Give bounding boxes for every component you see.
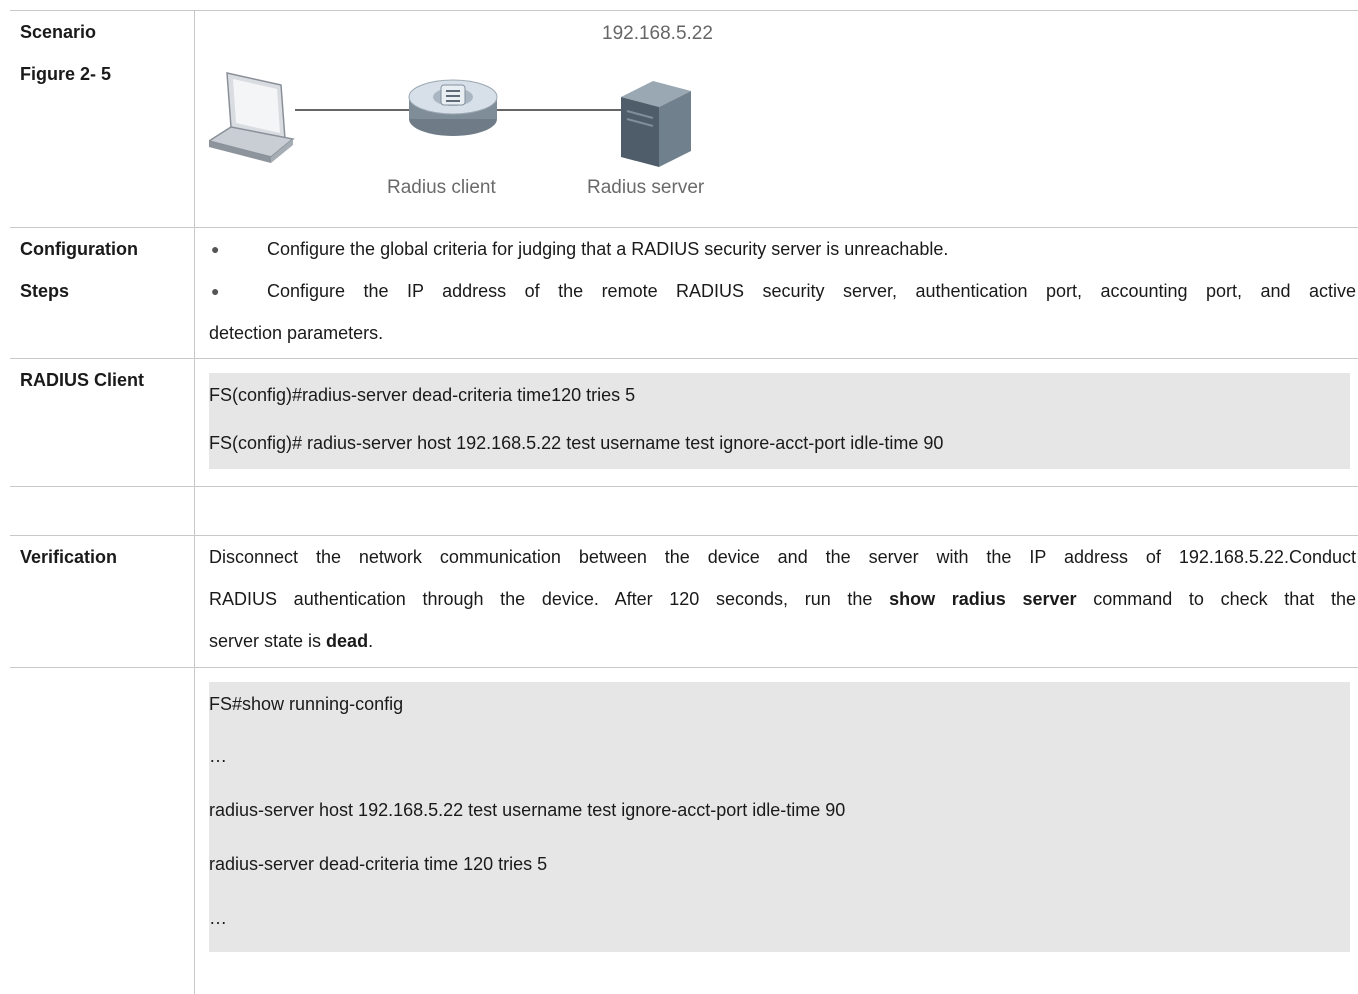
verification-line-3-pre: server state is (209, 631, 327, 651)
output-code-line-4: radius-server dead-criteria time 120 tri… (209, 854, 548, 874)
config-step-2: ● Configure the IP address of the remote… (209, 270, 1358, 312)
scenario-label: Scenario (20, 22, 97, 42)
client-code-line-1: FS(config)#radius-server dead-criteria t… (209, 385, 636, 405)
output-code-line-3: radius-server host 192.168.5.22 test use… (209, 800, 846, 820)
config-step-1-text: Configure the global criteria for judgin… (267, 239, 949, 259)
scenario-label-cell: Scenario Figure 2- 5 (10, 11, 195, 227)
client-code-block: FS(config)#radius-server dead-criteria t… (209, 373, 1350, 469)
config-step-2-text: Configure the IP address of the remote R… (267, 281, 1356, 301)
output-code-line-1: FS#show running-config (209, 694, 404, 714)
radius-client-row-label: RADIUS Client (20, 370, 145, 390)
output-row: FS#show running-config … radius-server h… (10, 667, 1358, 994)
output-code-line-5: … (209, 908, 227, 928)
network-diagram: 192.168.5.22 Radius client Radius server (209, 11, 809, 227)
config-step-2-continuation: detection parameters. (209, 323, 384, 343)
radius-client-row: RADIUS Client FS(config)#radius-server d… (10, 358, 1358, 486)
verification-content: Disconnect the network communication bet… (195, 536, 1358, 667)
verification-line-2: RADIUS authentication through the device… (209, 578, 1358, 620)
radius-client-content: FS(config)#radius-server dead-criteria t… (195, 359, 1358, 486)
bullet-dot-icon: ● (211, 283, 220, 299)
output-content: FS#show running-config … radius-server h… (195, 668, 1358, 994)
blank-row (10, 486, 1358, 535)
blank-content-cell (195, 487, 1358, 535)
verification-line-2-post: command to check that the (1076, 589, 1356, 609)
verification-line-3: server state is dead. (209, 620, 1358, 662)
output-code-line-2: … (209, 746, 227, 766)
client-code-line-2: FS(config)# radius-server host 192.168.5… (209, 433, 944, 453)
show-radius-server-command: show radius server (889, 589, 1077, 609)
laptop-icon (209, 72, 295, 163)
verification-label-cell: Verification (10, 536, 195, 667)
verification-line-2-pre: RADIUS authentication through the device… (209, 589, 890, 609)
blank-label-cell (10, 487, 195, 535)
config-step-1: ● Configure the global criteria for judg… (209, 228, 1358, 270)
radius-server-label: Radius server (587, 177, 705, 198)
config-steps-label-cell: Configuration Steps (10, 228, 195, 358)
radius-client-label-cell: RADIUS Client (10, 359, 195, 486)
verification-row: Verification Disconnect the network comm… (10, 535, 1358, 667)
output-label-cell (10, 668, 195, 994)
verification-line-1: Disconnect the network communication bet… (209, 547, 1356, 567)
running-config-code-block: FS#show running-config … radius-server h… (209, 682, 1350, 952)
server-icon (621, 81, 691, 167)
verification-line-3-post: . (368, 631, 374, 651)
radius-client-label: Radius client (387, 177, 496, 198)
figure-label: Figure 2- 5 (20, 64, 112, 84)
dead-state: dead (326, 631, 369, 651)
scenario-row: Scenario Figure 2- 5 192.168.5.22 Radius… (10, 10, 1358, 227)
switch-icon (408, 79, 498, 136)
config-steps-row: Configuration Steps ● Configure the glob… (10, 227, 1358, 358)
verification-label: Verification (20, 547, 118, 567)
config-steps-label-2: Steps (20, 281, 70, 301)
config-steps-label-1: Configuration (20, 239, 138, 259)
scenario-content: 192.168.5.22 Radius client Radius server (195, 11, 1358, 227)
config-table: Scenario Figure 2- 5 192.168.5.22 Radius… (10, 10, 1358, 994)
bullet-dot-icon: ● (211, 241, 220, 257)
config-steps-content: ● Configure the global criteria for judg… (195, 228, 1358, 358)
